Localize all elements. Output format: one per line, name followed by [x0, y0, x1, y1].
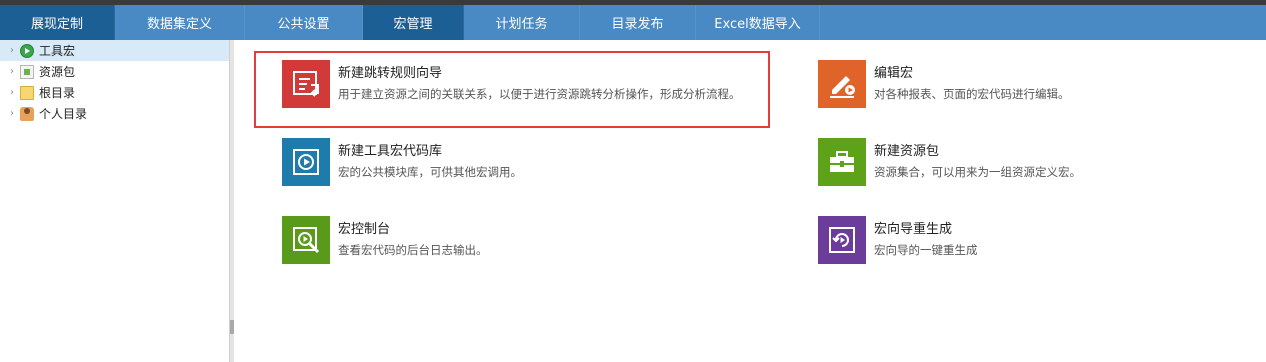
new-jump-rule-wizard-card[interactable]: 新建跳转规则向导 用于建立资源之间的关联关系，以便于进行资源跳转分析操作，形成分… — [282, 60, 741, 108]
tab-label: 计划任务 — [495, 17, 548, 32]
card-title[interactable]: 新建工具宏代码库 — [338, 140, 522, 159]
expand-arrow-icon[interactable]: › — [4, 108, 20, 119]
card-description: 用于建立资源之间的关联关系，以便于进行资源跳转分析操作，形成分析流程。 — [338, 87, 741, 101]
briefcase-icon — [818, 138, 866, 186]
tool-macro-icon — [20, 43, 34, 58]
tree-item-label: 工具宏 — [39, 44, 76, 58]
card-title[interactable]: 宏控制台 — [338, 218, 488, 237]
main-nav-bar: 展现定制 数据集定义 公共设置 宏管理 计划任务 目录发布 Excel数据导入 — [0, 5, 1266, 40]
tab-macro-management[interactable]: 宏管理 — [363, 5, 464, 40]
card-title[interactable]: 宏向导重生成 — [874, 218, 978, 237]
tab-scheduled-tasks[interactable]: 计划任务 — [464, 5, 580, 40]
resource-tree: › 工具宏 › 资源包 › 根目录 › 个人目录 — [0, 40, 229, 362]
new-resource-package-card[interactable]: 新建资源包 资源集合，可以用来为一组资源定义宏。 — [818, 138, 1081, 186]
card-description: 资源集合，可以用来为一组资源定义宏。 — [874, 165, 1081, 179]
tree-item-tool-macro[interactable]: › 工具宏 — [0, 40, 229, 61]
user-folder-icon — [20, 106, 34, 121]
expand-arrow-icon[interactable]: › — [4, 66, 20, 77]
card-title[interactable]: 新建跳转规则向导 — [338, 62, 741, 81]
console-icon — [282, 216, 330, 264]
tree-item-root-directory[interactable]: › 根目录 — [0, 82, 229, 103]
card-description: 查看宏代码的后台日志输出。 — [338, 243, 488, 257]
tab-directory-publish[interactable]: 目录发布 — [580, 5, 696, 40]
tab-label: 目录发布 — [611, 17, 664, 32]
expand-arrow-icon[interactable]: › — [4, 87, 20, 98]
edit-macro-icon — [818, 60, 866, 108]
tree-item-personal-directory[interactable]: › 个人目录 — [0, 103, 229, 124]
package-icon — [20, 64, 34, 79]
tree-item-label: 个人目录 — [39, 107, 88, 121]
edit-macro-card[interactable]: 编辑宏 对各种报表、页面的宏代码进行编辑。 — [818, 60, 1070, 108]
card-title[interactable]: 新建资源包 — [874, 140, 1081, 159]
tree-item-label: 根目录 — [39, 86, 76, 100]
card-title[interactable]: 编辑宏 — [874, 62, 1070, 81]
tree-item-label: 资源包 — [39, 65, 76, 79]
tab-label: 展现定制 — [30, 17, 83, 32]
tab-label: Excel数据导入 — [714, 17, 801, 32]
tab-excel-import[interactable]: Excel数据导入 — [696, 5, 820, 40]
tab-label: 公共设置 — [277, 17, 330, 32]
code-library-icon — [282, 138, 330, 186]
regenerate-icon — [818, 216, 866, 264]
jump-rule-icon — [282, 60, 330, 108]
regenerate-macro-wizard-card[interactable]: 宏向导重生成 宏向导的一键重生成 — [818, 216, 978, 264]
tab-label: 宏管理 — [393, 17, 433, 32]
new-tool-macro-library-card[interactable]: 新建工具宏代码库 宏的公共模块库，可供其他宏调用。 — [282, 138, 522, 186]
card-description: 对各种报表、页面的宏代码进行编辑。 — [874, 87, 1070, 101]
macro-tasks-panel: 新建跳转规则向导 用于建立资源之间的关联关系，以便于进行资源跳转分析操作，形成分… — [234, 40, 1266, 362]
tree-item-resource-package[interactable]: › 资源包 — [0, 61, 229, 82]
folder-icon — [20, 85, 34, 100]
expand-arrow-icon[interactable]: › — [4, 45, 20, 56]
tab-public-settings[interactable]: 公共设置 — [245, 5, 363, 40]
tab-report-design[interactable]: 展现定制 — [0, 5, 115, 40]
card-description: 宏向导的一键重生成 — [874, 243, 978, 257]
nav-filler — [820, 5, 1266, 40]
macro-console-card[interactable]: 宏控制台 查看宏代码的后台日志输出。 — [282, 216, 488, 264]
tab-label: 数据集定义 — [146, 17, 212, 32]
card-description: 宏的公共模块库，可供其他宏调用。 — [338, 165, 522, 179]
tab-dataset-definition[interactable]: 数据集定义 — [115, 5, 245, 40]
